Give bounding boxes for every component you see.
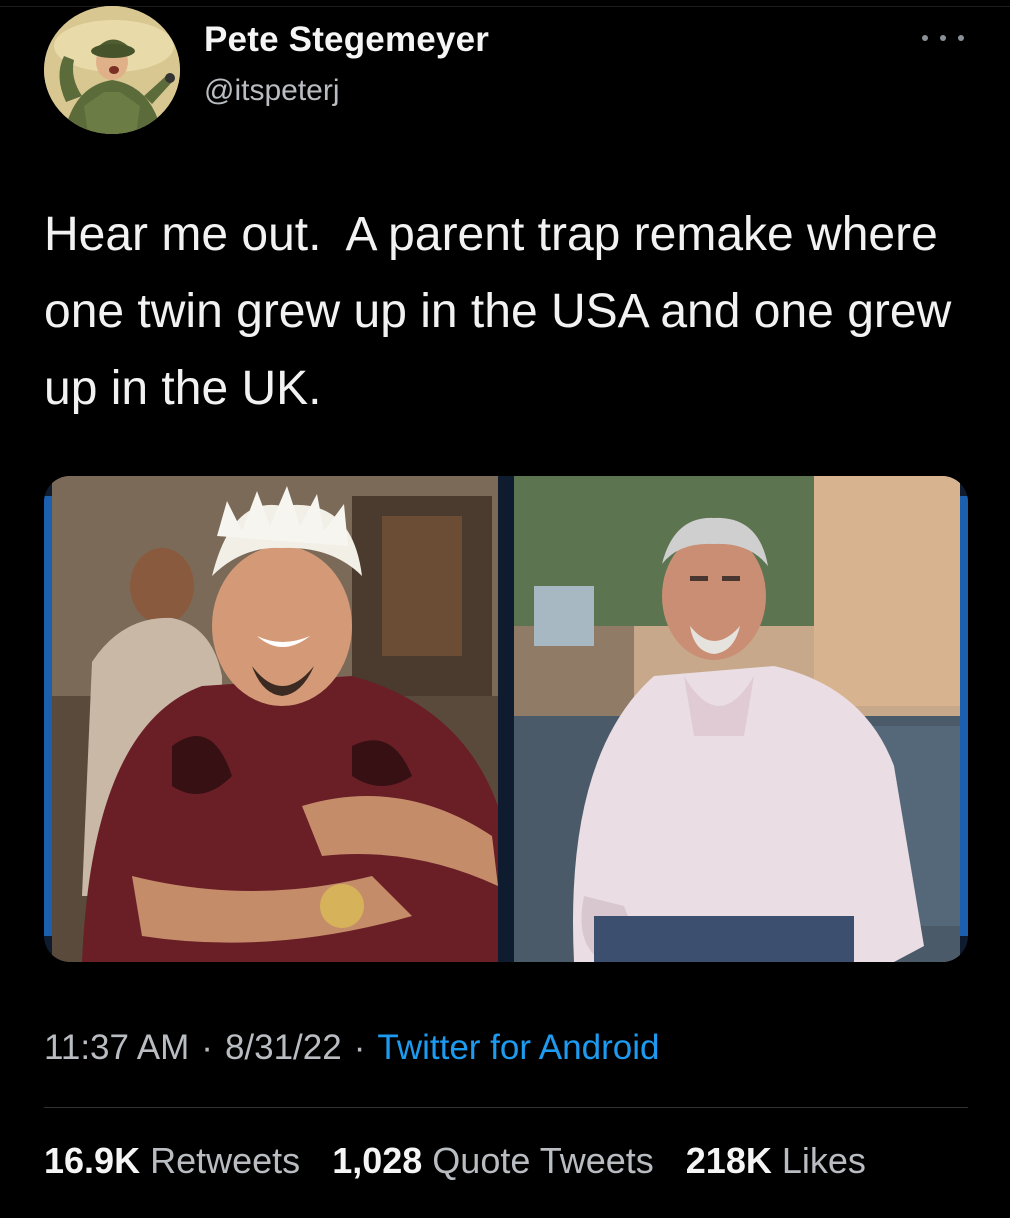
meta-separator: ·: [353, 1028, 366, 1067]
tweet-text: Hear me out. A parent trap remake where …: [44, 208, 965, 415]
tweet-time[interactable]: 11:37 AM: [44, 1028, 189, 1067]
more-dots-icon[interactable]: [918, 26, 968, 50]
media-edge: [960, 496, 968, 936]
quote-tweets-count: 1,028: [332, 1140, 423, 1181]
tweet-source-link[interactable]: Twitter for Android: [377, 1028, 659, 1067]
quote-tweets-stat[interactable]: 1,028 Quote Tweets: [332, 1140, 654, 1181]
avatar-image: [44, 6, 180, 134]
likes-label: Likes: [781, 1140, 866, 1181]
tweet-card: Pete Stegemeyer @itspeterj Hear me out. …: [0, 0, 1010, 1218]
media-photo-left[interactable]: [52, 476, 498, 962]
dot: [922, 35, 928, 41]
likes-stat[interactable]: 218K Likes: [686, 1140, 866, 1181]
stats-divider: [44, 1107, 968, 1108]
likes-count: 218K: [685, 1140, 772, 1181]
tweet-media[interactable]: [44, 476, 968, 962]
top-divider: [0, 6, 1010, 7]
dot: [940, 35, 946, 41]
user-handle[interactable]: @itspeterj: [204, 74, 340, 108]
retweets-label: Retweets: [150, 1140, 301, 1181]
display-name[interactable]: Pete Stegemeyer: [204, 20, 489, 60]
media-edge: [44, 496, 52, 936]
meta-separator: ·: [201, 1028, 213, 1067]
tweet-meta: 11:37 AM · 8/31/22 · Twitter for Android: [44, 1028, 659, 1068]
avatar[interactable]: [44, 6, 180, 134]
tweet-stats: 16.9K Retweets 1,028 Quote Tweets 218K L…: [44, 1140, 888, 1182]
dot: [958, 35, 964, 41]
retweets-stat[interactable]: 16.9K Retweets: [44, 1140, 300, 1181]
retweets-count: 16.9K: [44, 1140, 141, 1181]
media-photo-right[interactable]: [514, 476, 960, 962]
tweet-date[interactable]: 8/31/22: [225, 1028, 342, 1067]
quote-tweets-label: Quote Tweets: [432, 1140, 654, 1181]
